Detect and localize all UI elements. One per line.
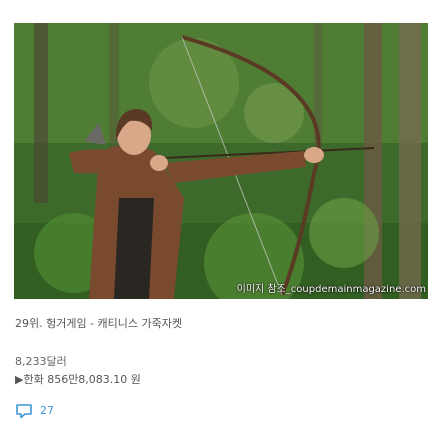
- image-credit: 이미지 참조_coupdemainmagazine.com: [236, 284, 426, 295]
- post-photo[interactable]: 이미지 참조_coupdemainmagazine.com: [14, 23, 428, 299]
- comment-bubble-icon: [16, 404, 32, 419]
- comment-count: 27: [40, 404, 54, 417]
- comment-button[interactable]: 27: [15, 403, 54, 419]
- post-title: 29위. 헝거게임 - 캐티니스 가죽자켓: [15, 317, 183, 330]
- archer-photo-illustration: [14, 23, 428, 299]
- price-usd: 8,233달러: [15, 355, 67, 368]
- price-krw: ▶한화 856만8,083.10 원: [15, 373, 141, 386]
- post-card: 이미지 참조_coupdemainmagazine.com 29위. 헝거게임 …: [0, 0, 444, 434]
